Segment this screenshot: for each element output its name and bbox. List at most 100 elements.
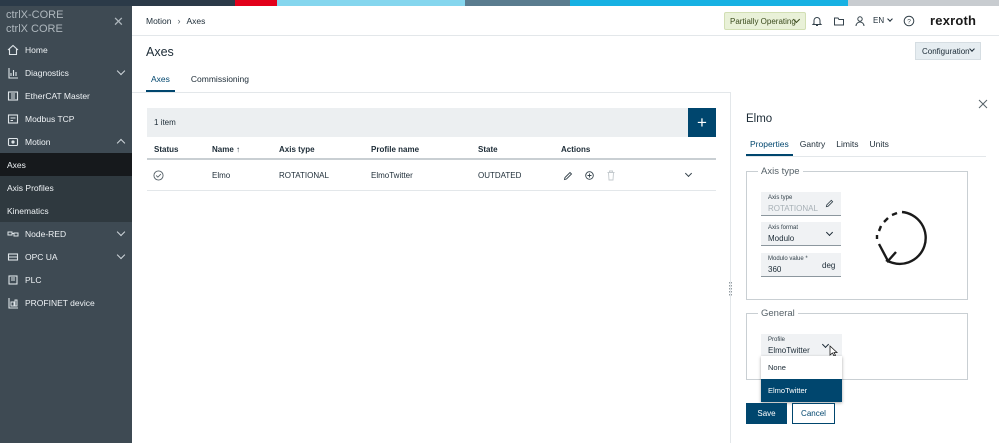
axis-format-value: Modulo bbox=[768, 234, 795, 243]
opcua-icon bbox=[7, 252, 19, 261]
sidebar-item-label: Modbus TCP bbox=[25, 113, 75, 124]
help-icon[interactable]: ? bbox=[903, 15, 915, 27]
column-header-state[interactable]: State bbox=[478, 145, 498, 154]
profile-label: Profile bbox=[768, 337, 786, 343]
axis-format-select[interactable]: Axis format Modulo bbox=[761, 222, 841, 246]
chevron-down-icon bbox=[116, 227, 126, 237]
sidebar-item-plc[interactable]: PLC bbox=[0, 268, 132, 291]
resize-handle-icon[interactable] bbox=[728, 280, 733, 298]
profinet-icon bbox=[8, 297, 18, 309]
general-group-legend: General bbox=[758, 308, 798, 319]
sidebar-item-label: OPC UA bbox=[25, 251, 58, 262]
table-row[interactable]: Elmo ROTATIONAL ElmoTwitter OUTDATED bbox=[147, 160, 716, 191]
chevron-down-icon bbox=[887, 16, 893, 22]
modulo-unit: deg bbox=[822, 261, 836, 270]
sidebar-nav: Home Diagnostics EtherCAT Master Modbus … bbox=[0, 38, 132, 314]
panel-tabs-divider bbox=[746, 156, 986, 157]
brand: ctrlX-CORE ctrlX CORE bbox=[6, 8, 63, 36]
sidebar-item-label: Node-RED bbox=[25, 228, 67, 239]
axes-table: Status Name ↑ Axis type Profile name Sta… bbox=[147, 140, 716, 191]
axis-type-field-label: Axis type bbox=[768, 195, 793, 201]
chevron-down-icon bbox=[116, 66, 126, 76]
tab-units[interactable]: Units bbox=[865, 139, 892, 156]
chevron-down-icon bbox=[821, 340, 830, 349]
chevron-down-icon bbox=[116, 250, 126, 260]
expand-row-icon[interactable] bbox=[684, 169, 693, 178]
user-icon[interactable] bbox=[854, 15, 866, 27]
chevron-up-icon bbox=[116, 138, 126, 148]
sidebar-item-home[interactable]: Home bbox=[0, 38, 132, 61]
profile-option-elmotwitter[interactable]: ElmoTwitter bbox=[761, 379, 842, 402]
bell-icon[interactable] bbox=[811, 15, 823, 27]
sidebar-subitem-axes[interactable]: Axes bbox=[0, 153, 132, 176]
axis-type-field: Axis type ROTATIONAL bbox=[761, 192, 841, 216]
tab-commissioning[interactable]: Commissioning bbox=[186, 74, 254, 92]
page-tabs: Axes Commissioning bbox=[146, 74, 254, 92]
save-button[interactable]: Save bbox=[746, 403, 787, 424]
sidebar-item-label: PLC bbox=[25, 274, 42, 285]
diagnostics-icon bbox=[8, 67, 18, 79]
add-axis-button[interactable]: + bbox=[688, 108, 716, 137]
sidebar-subitem-axis-profiles[interactable]: Axis Profiles bbox=[0, 176, 132, 199]
operating-status-dropdown[interactable]: Partially Operating bbox=[724, 12, 806, 30]
sidebar-item-profinet[interactable]: PROFINET device bbox=[0, 291, 132, 314]
home-icon bbox=[7, 44, 19, 55]
sidebar-item-ethercat[interactable]: EtherCAT Master bbox=[0, 84, 132, 107]
sidebar-item-modbus[interactable]: Modbus TCP bbox=[0, 107, 132, 130]
breadcrumb: Motion › Axes bbox=[146, 16, 205, 26]
sidebar-item-label: PROFINET device bbox=[25, 297, 95, 308]
tab-limits[interactable]: Limits bbox=[832, 139, 862, 156]
copy-icon[interactable] bbox=[584, 170, 595, 181]
language-selector[interactable]: EN bbox=[873, 16, 884, 25]
chevron-down-icon bbox=[825, 228, 834, 237]
sidebar-subitem-label: Kinematics bbox=[7, 205, 49, 216]
axis-type-field-value: ROTATIONAL bbox=[768, 204, 818, 213]
breadcrumb-item-motion[interactable]: Motion bbox=[146, 16, 172, 26]
tabs-divider bbox=[132, 92, 730, 93]
tab-properties[interactable]: Properties bbox=[746, 139, 793, 156]
delete-icon[interactable] bbox=[606, 170, 616, 181]
edit-icon[interactable] bbox=[825, 199, 834, 208]
modulo-value: 360 bbox=[768, 265, 782, 274]
cell-state: OUTDATED bbox=[478, 171, 522, 180]
sidebar-item-motion[interactable]: Motion bbox=[0, 130, 132, 153]
status-ok-icon bbox=[153, 170, 164, 181]
sidebar-subitem-label: Axes bbox=[7, 159, 26, 170]
column-header-profile-name[interactable]: Profile name bbox=[371, 145, 419, 154]
node-red-icon bbox=[7, 231, 19, 236]
sidebar-subitem-label: Axis Profiles bbox=[7, 182, 54, 193]
column-header-axis-type[interactable]: Axis type bbox=[279, 145, 315, 154]
profile-option-none[interactable]: None bbox=[761, 356, 842, 379]
sidebar-subitem-kinematics[interactable]: Kinematics bbox=[0, 199, 132, 222]
edit-icon[interactable] bbox=[563, 171, 573, 181]
folder-icon[interactable] bbox=[833, 15, 845, 27]
cancel-button[interactable]: Cancel bbox=[792, 403, 835, 424]
axis-format-label: Axis format bbox=[768, 225, 799, 231]
close-panel-icon[interactable] bbox=[978, 99, 988, 109]
profile-dropdown-menu: None ElmoTwitter bbox=[761, 356, 842, 402]
panel-tabs: Properties Gantry Limits Units bbox=[746, 139, 896, 156]
list-toolbar: 1 item bbox=[147, 108, 688, 137]
tab-axes[interactable]: Axes bbox=[146, 74, 175, 92]
plc-icon bbox=[8, 274, 18, 285]
configuration-label: Configuration bbox=[922, 46, 970, 56]
cell-axis-type: ROTATIONAL bbox=[279, 171, 329, 180]
chevron-down-icon bbox=[969, 46, 975, 52]
axis-type-group-legend: Axis type bbox=[758, 166, 803, 177]
column-header-name[interactable]: Name ↑ bbox=[212, 145, 240, 154]
configuration-button[interactable]: Configuration bbox=[915, 42, 981, 60]
panel-title: Elmo bbox=[746, 113, 773, 125]
close-sidebar-icon[interactable]: ✕ bbox=[113, 14, 124, 30]
operating-status-label: Partially Operating bbox=[730, 16, 796, 26]
sidebar: ctrlX-CORE ctrlX CORE ✕ Home Diagnostics… bbox=[0, 6, 132, 443]
sidebar-item-opcua[interactable]: OPC UA bbox=[0, 245, 132, 268]
column-header-status[interactable]: Status bbox=[154, 145, 178, 154]
breadcrumb-item-axes: Axes bbox=[186, 16, 206, 26]
sidebar-item-node-red[interactable]: Node-RED bbox=[0, 222, 132, 245]
profile-value: ElmoTwitter bbox=[768, 346, 810, 355]
cell-name: Elmo bbox=[212, 171, 231, 180]
plus-icon: + bbox=[697, 112, 707, 132]
sidebar-item-diagnostics[interactable]: Diagnostics bbox=[0, 61, 132, 84]
panel-divider bbox=[730, 92, 731, 443]
tab-gantry[interactable]: Gantry bbox=[796, 139, 830, 156]
